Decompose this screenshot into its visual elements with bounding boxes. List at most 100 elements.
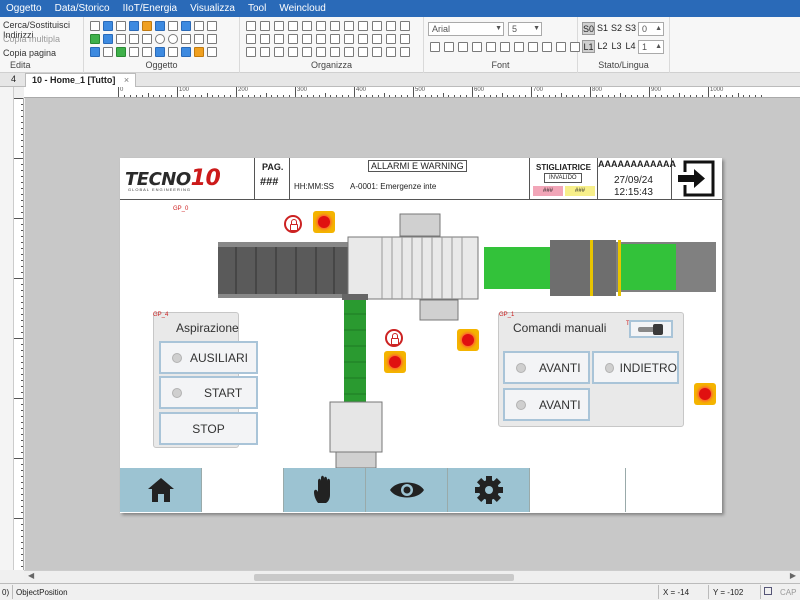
order-icon[interactable] xyxy=(358,47,368,57)
tab-home-1[interactable]: 10 - Home_1 [Tutto] × xyxy=(25,73,137,87)
text-object-icon[interactable] xyxy=(194,21,204,31)
alarm-indicator-3[interactable] xyxy=(457,329,479,351)
nav-empty-button-1[interactable] xyxy=(202,468,284,512)
line-icon[interactable] xyxy=(116,34,126,44)
scroll-icon[interactable] xyxy=(207,34,217,44)
start-button[interactable]: START xyxy=(159,376,258,409)
menu-weincloud[interactable]: Weincloud xyxy=(279,3,326,14)
more-shapes-icon[interactable] xyxy=(207,47,217,57)
tag-icon[interactable] xyxy=(194,47,204,57)
nav-settings-button[interactable] xyxy=(448,468,530,512)
stop-button[interactable]: STOP xyxy=(159,412,258,445)
align-right-icon[interactable] xyxy=(274,21,284,31)
pin-icon[interactable] xyxy=(372,47,382,57)
rectangle-icon[interactable] xyxy=(142,34,152,44)
hmi-screen[interactable]: TECNO10 GLOBAL ENGINEERING PAG. ### ALLA… xyxy=(120,158,722,513)
nav-view-button[interactable] xyxy=(366,468,448,512)
nudge-icon[interactable] xyxy=(386,34,396,44)
forward-icon[interactable] xyxy=(274,34,284,44)
grid-icon[interactable] xyxy=(142,47,152,57)
alarm-indicator-1[interactable] xyxy=(313,211,335,233)
backward-icon[interactable] xyxy=(288,34,298,44)
window-icon[interactable] xyxy=(90,47,100,57)
ellipse-icon[interactable] xyxy=(181,34,191,44)
copy-page-button[interactable]: Copia pagina xyxy=(3,48,56,58)
mode-toggle[interactable] xyxy=(629,320,673,338)
indietro-button[interactable]: INDIETRO xyxy=(592,351,679,384)
font-family-select[interactable]: Arial ▼ xyxy=(428,22,504,36)
same-height-icon[interactable] xyxy=(372,21,382,31)
align-center-icon[interactable] xyxy=(260,21,270,31)
nav-manual-button[interactable] xyxy=(284,468,366,512)
align-middle-icon[interactable] xyxy=(302,21,312,31)
menu-tool[interactable]: Tool xyxy=(248,3,266,14)
alarm-indicator-4[interactable] xyxy=(694,383,716,405)
function-key-icon[interactable] xyxy=(142,21,152,31)
text-icon[interactable] xyxy=(103,47,113,57)
circle-icon[interactable] xyxy=(155,34,165,44)
trend-icon[interactable] xyxy=(90,34,100,44)
nav-home-button[interactable] xyxy=(120,468,202,512)
scroll-thumb[interactable] xyxy=(254,574,514,581)
dashed-rect-icon[interactable] xyxy=(168,47,178,57)
bold-icon[interactable] xyxy=(430,42,440,52)
alarm-indicator-2[interactable] xyxy=(384,351,406,373)
align-text-center-icon[interactable] xyxy=(500,42,510,52)
valign-mid-icon[interactable] xyxy=(542,42,552,52)
font-color-icon[interactable] xyxy=(472,42,482,52)
align-text-right-icon[interactable] xyxy=(514,42,524,52)
make-same-icon[interactable] xyxy=(302,47,312,57)
send-back-icon[interactable] xyxy=(260,34,270,44)
avanti-button-1[interactable]: AVANTI xyxy=(503,351,590,384)
same-size-icon[interactable] xyxy=(386,21,396,31)
group-icon[interactable] xyxy=(181,47,191,57)
tab-close-icon[interactable]: × xyxy=(124,75,129,85)
menu-oggetto[interactable]: Oggetto xyxy=(6,3,42,14)
same-width-icon[interactable] xyxy=(358,21,368,31)
ausiliari-button[interactable]: AUSILIARI xyxy=(159,341,258,374)
alarm-box[interactable]: ALLARMI E WARNING HH:MM:SS A-0001: Emerg… xyxy=(290,158,530,200)
flip-h-icon[interactable] xyxy=(330,34,340,44)
more-arrange-icon[interactable] xyxy=(400,47,410,57)
align-top-icon[interactable] xyxy=(288,21,298,31)
guide-icon[interactable] xyxy=(344,47,354,57)
arc-icon[interactable] xyxy=(168,34,178,44)
menu-visualizza[interactable]: Visualizza xyxy=(190,3,235,14)
ungroup-icon[interactable] xyxy=(316,34,326,44)
state-s1-button[interactable]: S1 xyxy=(596,22,609,35)
numeric-icon[interactable] xyxy=(181,21,191,31)
lock-icon[interactable] xyxy=(284,215,302,233)
center-h-icon[interactable] xyxy=(246,47,256,57)
align-bottom-icon[interactable] xyxy=(316,21,326,31)
lang-l4-button[interactable]: L4 xyxy=(624,40,637,53)
font-size-select[interactable]: 5 ▼ xyxy=(508,22,542,36)
avanti-button-2[interactable]: AVANTI xyxy=(503,388,590,421)
combo-icon[interactable] xyxy=(155,21,165,31)
zoom-icon[interactable] xyxy=(386,47,396,57)
lock-icon-2[interactable] xyxy=(385,329,403,347)
word-lamp-icon[interactable] xyxy=(116,21,126,31)
scroll-left-icon[interactable]: ◀ xyxy=(28,571,34,580)
slider-icon[interactable] xyxy=(168,21,178,31)
grid-snap-icon[interactable] xyxy=(330,47,340,57)
flip-v-icon[interactable] xyxy=(344,34,354,44)
valign-bottom-icon[interactable] xyxy=(556,42,566,52)
menu-iiot-energia[interactable]: IIoT/Energia xyxy=(123,3,177,14)
snap-icon[interactable] xyxy=(316,47,326,57)
more-objects-icon[interactable] xyxy=(207,21,217,31)
shape-more-icon[interactable] xyxy=(194,34,204,44)
underline-icon[interactable] xyxy=(458,42,468,52)
nav-empty-button-2[interactable] xyxy=(530,468,626,512)
state-number-input[interactable]: 0 ▲ xyxy=(638,22,664,36)
polyline-icon[interactable] xyxy=(129,34,139,44)
lang-number-input[interactable]: 1 ▲ xyxy=(638,40,664,54)
distribute-v-icon[interactable] xyxy=(344,21,354,31)
menu-data-storico[interactable]: Data/Storico xyxy=(55,3,110,14)
bit-lamp-icon[interactable] xyxy=(90,21,100,31)
state-s3-button[interactable]: S3 xyxy=(624,22,637,35)
state-s0-button[interactable]: S0 xyxy=(582,22,595,35)
copy-multiple-button[interactable]: Copia multipla xyxy=(3,34,60,44)
align-text-left-icon[interactable] xyxy=(486,42,496,52)
state-s2-button[interactable]: S2 xyxy=(610,22,623,35)
lang-l1-button[interactable]: L1 xyxy=(582,40,595,53)
